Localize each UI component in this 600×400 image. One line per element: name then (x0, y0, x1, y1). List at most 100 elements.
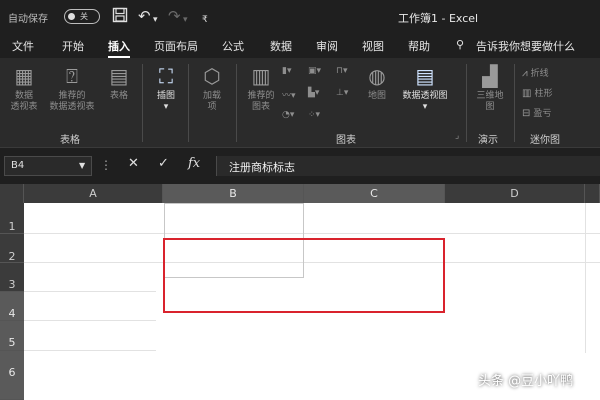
autosave-toggle[interactable]: 关 (64, 9, 100, 24)
pivot-chart-button[interactable]: ▤ 数据透视图 ▾ (396, 64, 454, 113)
cancel-icon[interactable]: ✕ (128, 156, 139, 171)
recommended-pivot-icon: ⍰ (66, 64, 78, 88)
gridline (585, 203, 586, 353)
tab-insert[interactable]: 插入 (108, 38, 130, 58)
combo-chart-icon[interactable]: ⊥▾ (336, 88, 348, 98)
scatter-chart-icon[interactable]: ⁘▾ (308, 110, 320, 120)
charts-dialog-launcher-icon[interactable]: ⌟ (455, 131, 459, 141)
enter-icon[interactable]: ✓ (158, 156, 169, 171)
waterfall-chart-icon[interactable]: ⊓▾ (336, 66, 348, 76)
tab-page-layout[interactable]: 页面布局 (154, 38, 198, 54)
autosave-state: 关 (80, 12, 88, 21)
illustrations-dropdown-icon: ▾ (163, 102, 169, 112)
table-label: 表格 (109, 91, 128, 101)
recommended-charts-button[interactable]: ▥ 推荐的 图表 (244, 64, 278, 113)
insert-function-icon[interactable]: fx (188, 156, 200, 171)
gridline (24, 233, 600, 234)
gridline (24, 291, 156, 292)
tab-data[interactable]: 数据 (270, 38, 292, 54)
sparkline-line-label: 折线 (530, 69, 549, 79)
pie-chart-icon[interactable]: ◔▾ (282, 110, 294, 120)
column-header-d[interactable]: D (445, 184, 585, 203)
pivot-chart-dropdown-icon: ▾ (422, 102, 428, 112)
recommended-pivot-button[interactable]: ⍰ 推荐的 数据透视表 (44, 64, 100, 113)
recommended-charts-label-1: 推荐的 (247, 91, 275, 101)
tab-help[interactable]: 帮助 (408, 38, 430, 54)
redo-dropdown-icon[interactable]: ▾ (183, 11, 188, 29)
3d-map-label-1: 三维地 (476, 91, 504, 101)
addins-icon: ⬡ (203, 64, 221, 88)
3d-map-label-2: 图 (485, 102, 495, 112)
formula-bar: B4 ▼ ⋮ ✕ ✓ fx 注册商标标志 (0, 148, 600, 184)
row-header-3[interactable]: 3 (0, 263, 24, 292)
row-header-2[interactable]: 2 (0, 234, 24, 263)
tab-file[interactable]: 文件 (12, 38, 34, 54)
ribbon-tabs: 文件 开始 插入 页面布局 公式 数据 审阅 视图 帮助 ⚲ 告诉我你想要做什么 (0, 34, 600, 58)
row-header-5[interactable]: 5 (0, 321, 24, 351)
table-button[interactable]: ▤ 表格 (104, 64, 134, 102)
column-header-e[interactable] (585, 184, 600, 203)
pivot-table-button[interactable]: ▦ 数据 透视表 (6, 64, 42, 113)
tab-review[interactable]: 审阅 (316, 38, 338, 54)
sparkline-line-button[interactable]: ⩘ 折线 (522, 66, 549, 79)
row-header-1[interactable]: 1 (0, 203, 24, 234)
tab-view[interactable]: 视图 (362, 38, 384, 54)
column-header-c[interactable]: C (304, 184, 445, 203)
watermark: 头条 @豆小吖鸭 (478, 374, 574, 389)
pivot-table-label-2: 透视表 (10, 102, 38, 112)
group-divider (466, 64, 467, 142)
tell-me-search[interactable]: 告诉我你想要做什么 (476, 38, 575, 54)
line-chart-icon[interactable]: 〰▾ (282, 88, 296, 101)
hierarchy-chart-icon[interactable]: ▣▾ (308, 66, 321, 76)
sparkline-winloss-button[interactable]: ⊟ 盈亏 (522, 106, 551, 119)
addins-button[interactable]: ⬡ 加载 项 (196, 64, 228, 113)
3d-map-icon: ▟ (482, 64, 498, 88)
select-all-corner[interactable] (0, 184, 24, 203)
globe-icon: ◍ (368, 64, 386, 88)
group-divider (188, 64, 189, 142)
gridline (24, 320, 156, 321)
formula-input[interactable]: 注册商标标志 (216, 156, 600, 176)
column-header-a[interactable]: A (24, 184, 163, 203)
customize-quick-access-icon[interactable]: ₹ (202, 11, 208, 29)
sparkline-column-icon: ▥ (522, 88, 532, 99)
undo-dropdown-icon[interactable]: ▾ (153, 11, 158, 29)
lightbulb-search-icon: ⚲ (456, 38, 465, 51)
name-box-dropdown-icon[interactable]: ▼ (79, 161, 85, 170)
tab-home[interactable]: 开始 (62, 38, 84, 54)
row-header-4[interactable]: 4 (0, 292, 24, 321)
addins-label-2: 项 (207, 102, 217, 112)
column-header-b[interactable]: B (163, 184, 304, 203)
recommended-charts-icon: ▥ (251, 64, 271, 88)
tables-group-label: 表格 (60, 135, 80, 146)
sparkline-line-icon: ⩘ (522, 68, 528, 79)
statistic-chart-icon[interactable]: ▙▾ (308, 88, 319, 98)
recommended-pivot-label-2: 数据透视表 (49, 102, 95, 112)
sparklines-group-label: 迷你图 (530, 135, 560, 146)
sparkline-column-label: 柱形 (534, 89, 553, 99)
pivot-chart-icon: ▤ (415, 64, 435, 88)
undo-icon[interactable]: ↶ (138, 7, 151, 25)
illustrations-button[interactable]: ⛶ 插图 ▾ (150, 64, 182, 113)
document-title: 工作簿1 - Excel (398, 12, 479, 25)
addins-label-1: 加载 (202, 91, 221, 101)
pivot-table-label-1: 数据 (14, 91, 33, 101)
group-divider (514, 64, 515, 142)
sparkline-winloss-label: 盈亏 (533, 109, 552, 119)
tours-group-label: 演示 (478, 135, 498, 146)
gridline (24, 350, 156, 351)
title-bar: 自动保存 关 ↶ ▾ ↷ ▾ ₹ 工作簿1 - Excel (0, 0, 600, 34)
column-chart-icon[interactable]: ▮▾ (282, 66, 291, 76)
3d-map-button[interactable]: ▟ 三维地 图 (472, 64, 508, 113)
ribbon-insert: ▦ 数据 透视表 ⍰ 推荐的 数据透视表 ▤ 表格 表格 ⛶ 插图 ▾ ⬡ 加载… (0, 58, 600, 148)
save-icon[interactable] (112, 7, 128, 27)
formula-text: 注册商标标志 (229, 161, 295, 174)
tab-formulas[interactable]: 公式 (222, 38, 244, 54)
redo-icon[interactable]: ↷ (168, 7, 181, 25)
maps-button[interactable]: ◍ 地图 (362, 64, 392, 102)
table-icon: ▤ (109, 64, 129, 88)
row-header-6[interactable]: 6 (0, 351, 24, 400)
sparkline-column-button[interactable]: ▥ 柱形 (522, 86, 552, 99)
toggle-knob (68, 13, 75, 20)
name-box[interactable]: B4 ▼ (4, 156, 92, 176)
